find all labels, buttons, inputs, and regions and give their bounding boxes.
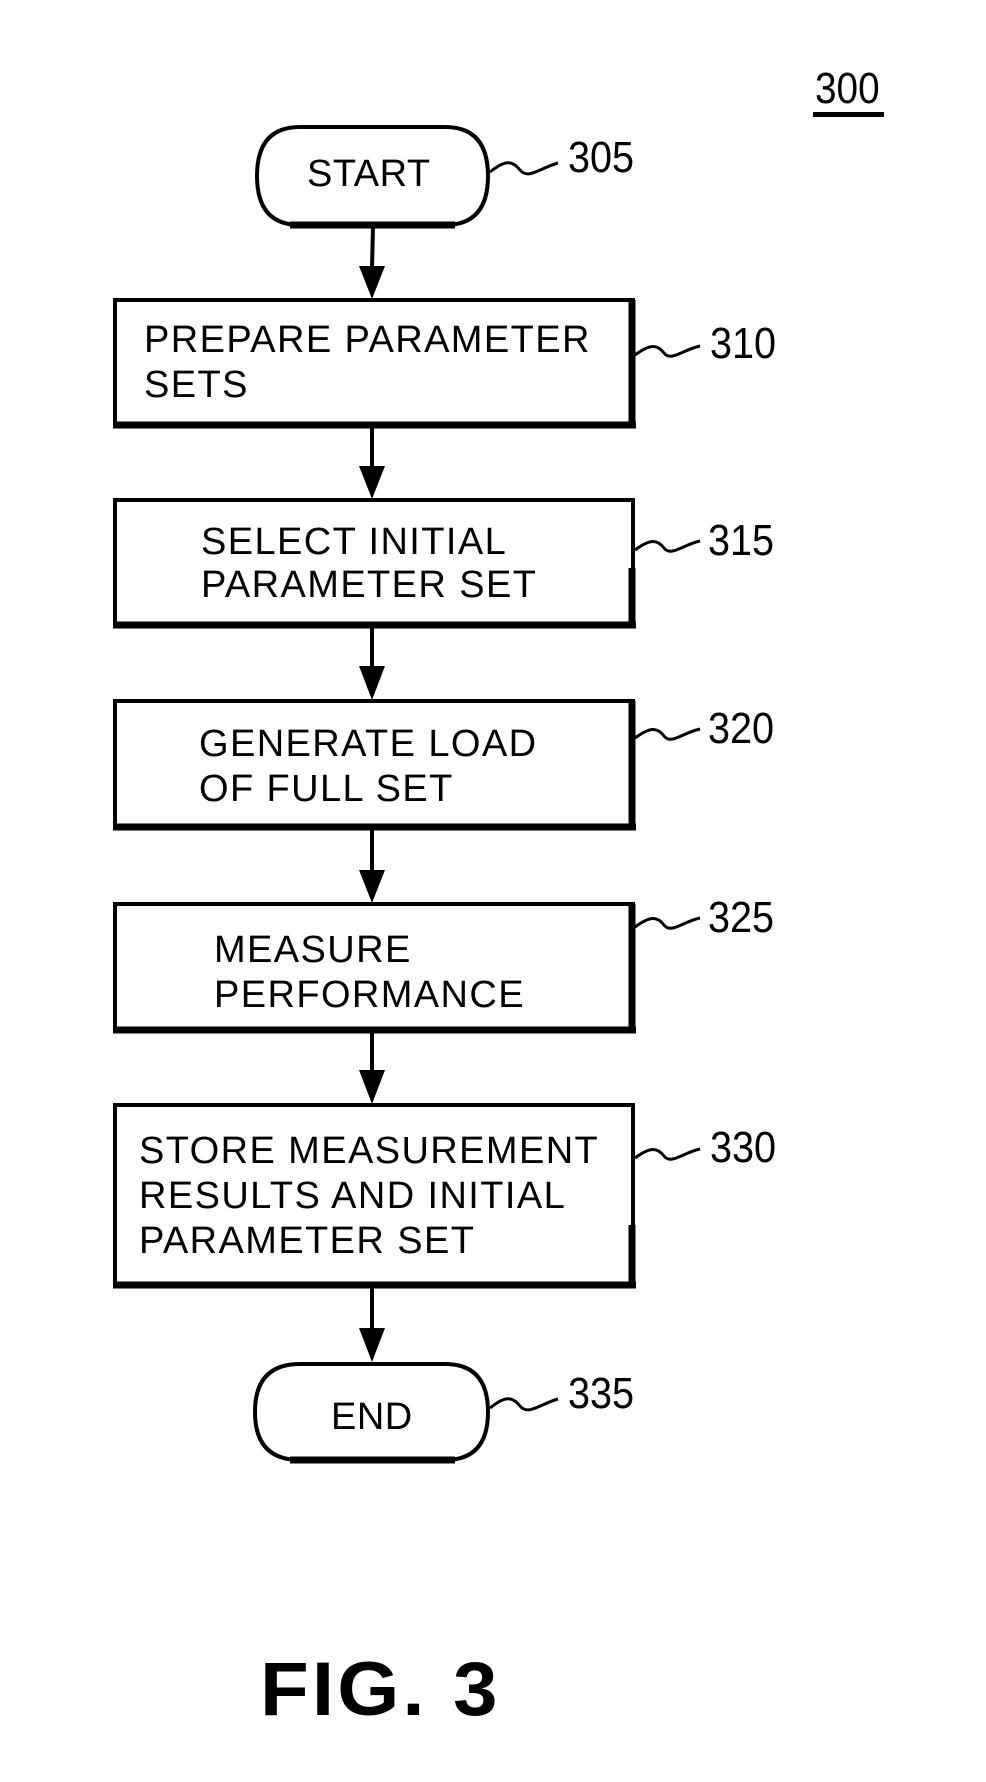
step-320-line-1: GENERATE LOAD: [199, 723, 538, 765]
step-310-line-2: SETS: [144, 364, 249, 406]
ref-number-315: 315: [708, 516, 775, 565]
step-330-line-1: STORE MEASUREMENT: [139, 1130, 600, 1172]
step-325-line-1: MEASURE: [214, 929, 412, 971]
start-terminal-label: START: [307, 153, 431, 195]
ref-number-320: 320: [708, 704, 775, 753]
figure-caption: FIG. 3: [260, 1647, 501, 1732]
ref-number-305: 305: [568, 133, 635, 182]
leader-325: [634, 916, 701, 930]
ref-number-310: 310: [710, 319, 777, 368]
arrowhead-315-320: [359, 666, 385, 700]
step-320-line-2: OF FULL SET: [199, 768, 454, 810]
step-310-line-1: PREPARE PARAMETER: [144, 319, 591, 361]
step-330-line-3: PARAMETER SET: [139, 1220, 476, 1262]
arrowhead-320-325: [359, 870, 385, 903]
leader-330: [634, 1147, 701, 1161]
arrowhead-330-end: [359, 1328, 385, 1362]
end-terminal-label: END: [331, 1396, 413, 1438]
arrowhead-310-315: [359, 466, 385, 499]
leader-320: [634, 727, 701, 741]
step-315-line-1: SELECT INITIAL: [201, 521, 508, 563]
patent-figure-page: 300 START 305 PREPARE PARAMETER SETS 310…: [0, 0, 986, 1782]
ref-number-325: 325: [708, 893, 775, 942]
arrowhead-325-330: [359, 1070, 385, 1104]
ref-number-335: 335: [568, 1369, 635, 1418]
leader-305: [489, 161, 559, 176]
step-315-line-2: PARAMETER SET: [201, 564, 538, 606]
arrow-shaft-start-310: [370, 226, 375, 269]
step-330-line-2: RESULTS AND INITIAL: [139, 1175, 567, 1217]
flowchart-shapes: [113, 125, 701, 1464]
ref-number-330: 330: [710, 1123, 777, 1172]
leader-315: [634, 539, 701, 553]
leader-310: [634, 344, 701, 358]
step-325-line-2: PERFORMANCE: [214, 974, 525, 1016]
diagram-reference-number: 300: [815, 64, 880, 113]
diagram-reference-underline: [813, 112, 884, 117]
leader-335: [489, 1397, 559, 1412]
arrowhead-start-310: [359, 266, 385, 299]
